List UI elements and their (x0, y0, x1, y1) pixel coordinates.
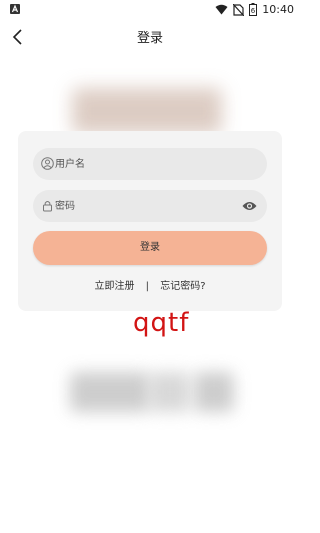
login-button[interactable]: 登录 (33, 231, 267, 265)
overlay-annotation-text: qqtf (133, 308, 190, 338)
account-links: 立即注册 | 忘记密码? (18, 277, 282, 292)
password-field[interactable] (33, 190, 267, 222)
login-card: 登录 立即注册 | 忘记密码? (18, 131, 282, 311)
page-title: 登录 (136, 31, 163, 46)
wifi-icon (215, 4, 228, 15)
forgot-password-link[interactable]: 忘记密码? (160, 277, 205, 292)
top-bar: 登录 (0, 20, 300, 54)
username-input[interactable] (55, 148, 235, 180)
link-separator: | (145, 281, 150, 292)
status-time: 10:40 (262, 3, 294, 16)
blurred-social-login (70, 372, 150, 412)
status-bar: 6 10:40 (0, 0, 300, 20)
battery-icon: 6 (249, 3, 258, 16)
lock-icon (43, 201, 52, 212)
user-icon (41, 157, 54, 170)
no-sim-icon (233, 3, 245, 16)
password-input[interactable] (55, 190, 235, 222)
blurred-social-login (194, 372, 234, 412)
battery-level: 6 (251, 7, 256, 15)
register-link[interactable]: 立即注册 (94, 277, 134, 292)
app-notification-icon (10, 4, 20, 14)
username-field[interactable] (33, 148, 267, 180)
eye-icon[interactable] (242, 199, 257, 213)
blurred-social-login (150, 372, 190, 412)
blurred-banner-image (72, 88, 222, 134)
